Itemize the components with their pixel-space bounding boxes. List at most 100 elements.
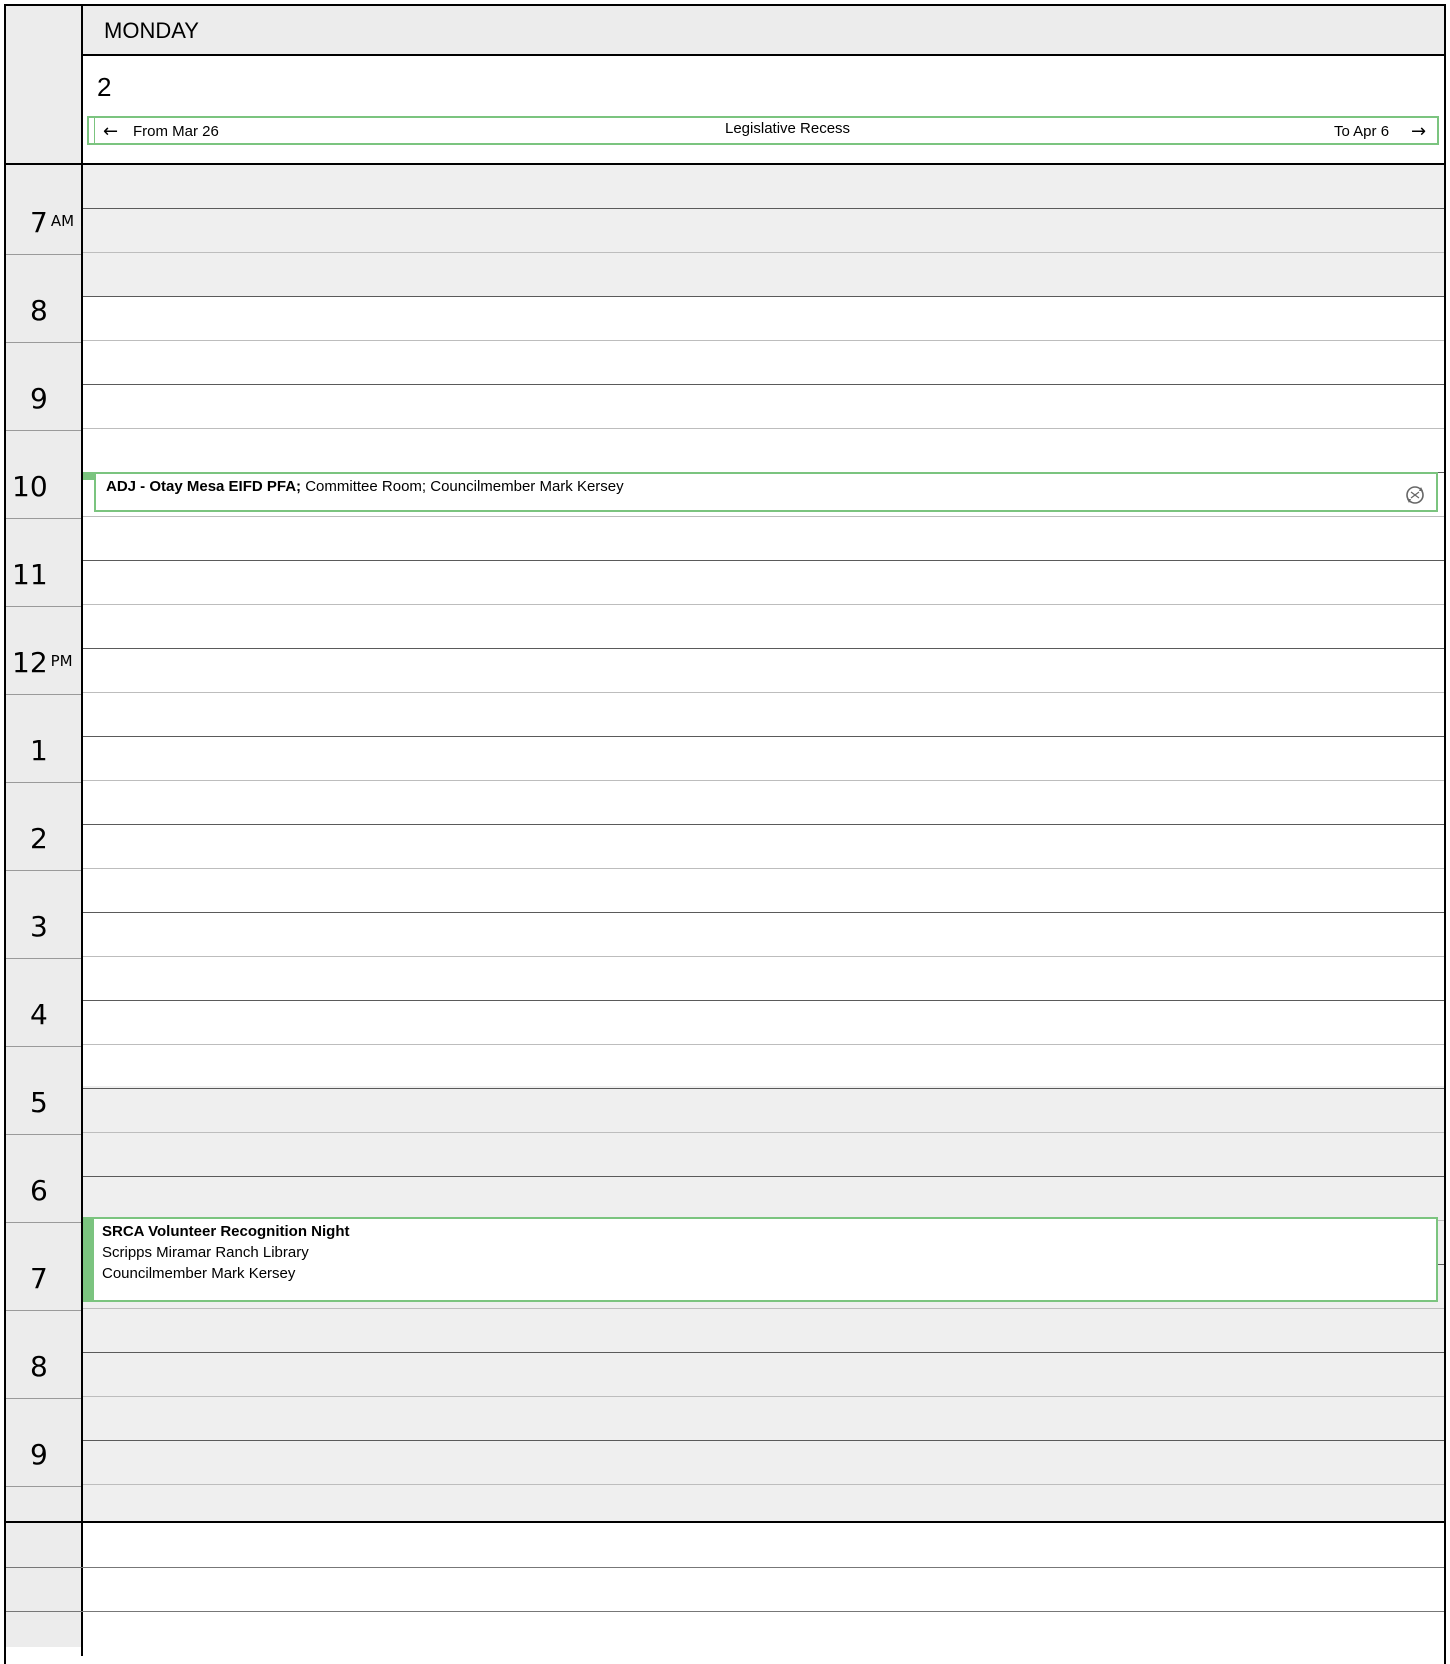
hour-label: 2 [6,825,105,853]
gutter-line [6,1486,81,1487]
gutter-line [6,342,81,343]
half-hour-line [83,1132,1444,1133]
half-hour-line [83,956,1444,957]
hour-line [83,560,1444,561]
hour-number: 2 [30,822,48,855]
event-summary: ADJ - Otay Mesa EIFD PFA; Committee Room… [106,476,624,497]
hour-line [83,1000,1444,1001]
weekday-header [83,6,1444,56]
hour-line [83,1176,1444,1177]
hour-line [83,1440,1444,1441]
from-date-label: From Mar 26 [133,123,219,140]
half-hour-line [83,604,1444,605]
gutter-line [6,870,81,871]
bottom-line [6,1611,1444,1612]
bottom-gutter [6,1523,81,1647]
gutter-line [6,958,81,959]
meridiem-label: PM [50,652,73,670]
to-date-label: To Apr 6 [1334,123,1390,140]
all-day-event[interactable]: ← From Mar 26 Legislative Recess To Apr … [87,116,1439,145]
hour-label: 1 [6,737,105,765]
half-hour-line [83,516,1444,517]
gutter-line [6,1046,81,1047]
hour-label: 8 [6,1353,105,1381]
hour-label: 6 [6,1177,105,1205]
hour-label: 4 [6,1001,105,1029]
grid-bottom-divider [6,1521,1444,1523]
gutter-line [6,1398,81,1399]
half-hour-line [83,868,1444,869]
hour-line [83,296,1444,297]
half-hour-line [83,1308,1444,1309]
hour-line [83,208,1444,209]
gutter-line [6,1222,81,1223]
hour-line [83,384,1444,385]
half-hour-line [83,1484,1444,1485]
hour-number: 3 [30,910,48,943]
event-location: Scripps Miramar Ranch Library [102,1244,309,1261]
meridiem-label: AM [50,212,75,230]
hour-line [83,824,1444,825]
weekday-label: MONDAY [104,18,199,43]
half-hour-line [83,1044,1444,1045]
hour-label: 5 [6,1089,105,1117]
hour-label: 12 PM [6,649,87,677]
gutter-line [6,694,81,695]
hour-label: 8 [6,297,105,325]
offhours-morning [83,165,1444,297]
half-hour-line [83,252,1444,253]
hour-number: 10 [12,470,48,503]
hour-number: 12 [12,646,48,679]
date-number[interactable]: 2 [97,72,111,102]
hour-line [83,648,1444,649]
hour-number: 9 [30,382,48,415]
all-day-title: Legislative Recess [725,120,851,137]
arrow-left-icon[interactable]: ← [103,122,118,142]
hour-number: 7 [30,206,48,239]
hour-number: 9 [30,1438,48,1471]
hour-label: 9 [6,1441,105,1469]
event-details: Committee Room; Councilmember Mark Kerse… [301,478,624,495]
all-day-accent-bar [89,118,95,143]
event-title: SRCA Volunteer Recognition Night [102,1223,350,1240]
event-accent-bar [83,1217,94,1302]
gutter-line [6,782,81,783]
hour-line [83,1352,1444,1353]
offhours-evening [83,1086,1444,1521]
hour-number: 7 [30,1262,48,1295]
half-hour-line [83,692,1444,693]
hour-number: 5 [30,1086,48,1119]
header-gutter [6,6,81,164]
gutter-divider [81,6,83,1656]
hour-number: 8 [30,294,48,327]
gutter-line [6,606,81,607]
hour-line [83,912,1444,913]
half-hour-line [83,340,1444,341]
gutter-line [6,1310,81,1311]
hour-label: 3 [6,913,105,941]
hour-line [83,1088,1444,1089]
gutter-line [6,1134,81,1135]
half-hour-line [83,780,1444,781]
hour-label: 11 [6,561,87,589]
hour-number: 4 [30,998,48,1031]
hour-number: 8 [30,1350,48,1383]
hour-number: 11 [12,558,48,591]
arrow-right-icon[interactable]: → [1411,122,1426,142]
hour-number: 6 [30,1174,48,1207]
half-hour-line [83,428,1444,429]
recurring-sync-icon [1406,486,1424,504]
hour-label: 9 [6,385,105,413]
bottom-line [6,1567,1444,1568]
gutter-line [6,518,81,519]
event-otay-mesa[interactable]: ADJ - Otay Mesa EIFD PFA; Committee Room… [83,472,1438,512]
event-title: ADJ - Otay Mesa EIFD PFA; [106,478,302,495]
hour-line [83,736,1444,737]
gutter-line [6,430,81,431]
event-srca-volunteer[interactable]: SRCA Volunteer Recognition Night Scripps… [83,1217,1438,1302]
event-organizer: Councilmember Mark Kersey [102,1265,296,1282]
hour-label: 7 AM [6,209,105,237]
hour-number: 1 [30,734,48,767]
gutter-line [6,254,81,255]
half-hour-line [83,1396,1444,1397]
